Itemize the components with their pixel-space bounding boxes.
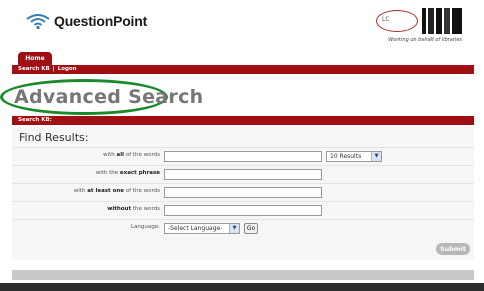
row-without: without the words: [12, 201, 474, 219]
find-results-heading: Find Results:: [19, 131, 89, 144]
logo-text: QuestionPoint: [54, 13, 148, 29]
language-select[interactable]: -Select Language- ▼: [164, 223, 240, 234]
header: QuestionPoint LC Working on behalf of li…: [0, 0, 484, 50]
oclc-logo: [422, 8, 462, 34]
go-button[interactable]: Go: [244, 223, 258, 234]
label-without: without the words: [107, 206, 160, 212]
label-all-words: with all of the words: [103, 152, 160, 158]
without-words-input[interactable]: [164, 205, 322, 216]
label-exact-phrase: with the exact phrase: [95, 170, 160, 176]
row-all-words: with all of the words 10 Results ▼: [12, 147, 474, 165]
nav-separator: |: [52, 66, 55, 72]
wifi-signal-icon: [26, 14, 50, 30]
chevron-down-icon: ▼: [371, 152, 381, 161]
exact-phrase-input[interactable]: [164, 169, 322, 180]
tagline: Working on behalf of libraries: [388, 37, 462, 43]
submit-button[interactable]: Submit: [436, 243, 470, 255]
row-at-least-one: with at least one of the words: [12, 183, 474, 201]
questionpoint-logo[interactable]: QuestionPoint: [24, 12, 147, 30]
results-count-select[interactable]: 10 Results ▼: [326, 151, 382, 162]
all-words-input[interactable]: [164, 151, 322, 162]
page-title: Advanced Search: [14, 86, 204, 108]
at-least-one-input[interactable]: [164, 187, 322, 198]
label-language: Language:: [131, 224, 160, 230]
row-exact-phrase: with the exact phrase: [12, 165, 474, 183]
find-results-panel: Find Results: with all of the words 10 R…: [12, 127, 474, 260]
chevron-down-icon: ▼: [229, 224, 239, 233]
top-nav-bar: Search KB | Logon: [12, 65, 474, 74]
footer-dark-strip: [0, 283, 484, 291]
tab-home[interactable]: Home: [18, 52, 52, 65]
library-of-congress-logo: LC: [376, 10, 418, 32]
footer-bar: [12, 270, 474, 280]
nav-link-search-kb[interactable]: Search KB: [18, 66, 50, 72]
nav-link-logon[interactable]: Logon: [58, 66, 77, 72]
row-language: Language: -Select Language- ▼ Go: [12, 219, 474, 237]
section-bar-search-kb: Search KB:: [12, 116, 474, 125]
label-at-least-one: with at least one of the words: [73, 188, 160, 194]
page: QuestionPoint LC Working on behalf of li…: [0, 0, 484, 291]
